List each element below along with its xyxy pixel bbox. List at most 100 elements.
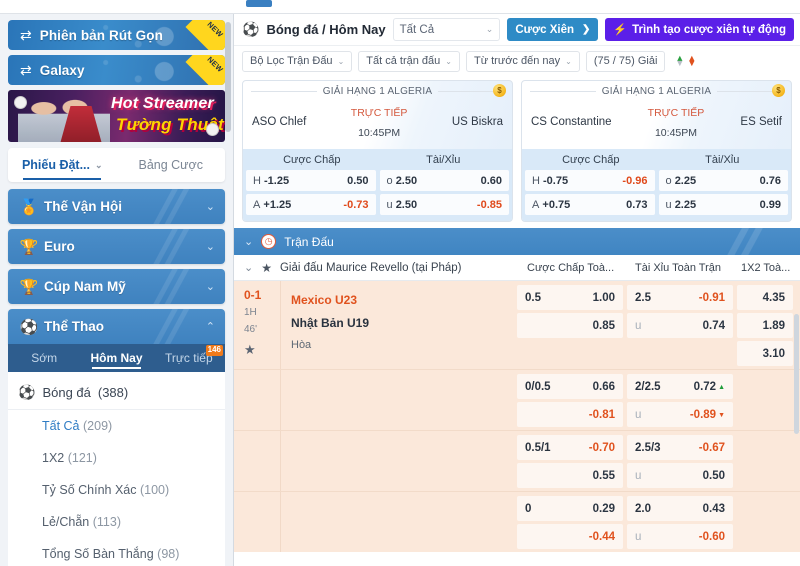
odds-cell-under[interactable]: u 2.25 0.99 bbox=[658, 194, 788, 215]
category-item-odd-even[interactable]: Lẻ/Chẵn (113) bbox=[8, 506, 225, 538]
featured-matches: GIẢI HẠNG 1 ALGERIA $ ASO Chlef TRỰC TIẾ… bbox=[234, 76, 800, 228]
odds-cell-handicap-home[interactable]: H -0.75 -0.96 bbox=[525, 170, 655, 191]
star-icon[interactable]: ★ bbox=[261, 261, 272, 275]
card-teams-row: ASO Chlef TRỰC TIẾP 10:45PM US Biskra bbox=[243, 101, 512, 149]
odds-group-handicap: 0/0.5 0.66 -0.81 bbox=[517, 374, 623, 430]
filter-match-filter[interactable]: Bộ Lọc Trận Đấu ⌄ bbox=[242, 50, 353, 72]
sidebar-item-olympics[interactable]: 🏅 Thế Vận Hội ⌄ bbox=[8, 189, 225, 224]
sub-tab-today-label: Hôm Nay bbox=[90, 351, 143, 365]
live-count-badge: 146 bbox=[205, 345, 223, 356]
hot-streamer-banner[interactable]: Hot Streamer Tường Thuật bbox=[8, 90, 225, 142]
sub-tab-live[interactable]: Trực tiếp 146 bbox=[153, 344, 225, 372]
sort-down-arrow: ▼ bbox=[687, 58, 697, 68]
filter-all-matches[interactable]: Tất cả trận đấu ⌄ bbox=[358, 50, 460, 72]
odds-cell-handicap-away[interactable]: 0.85 bbox=[517, 313, 623, 338]
soccer-icon: ⚽ bbox=[242, 21, 260, 37]
odds-cell-under[interactable]: u 0.50 bbox=[627, 463, 733, 488]
odds-cell-handicap-home[interactable]: 0.5 1.00 bbox=[517, 285, 623, 310]
odds-cell-handicap-home[interactable]: 0 0.29 bbox=[517, 496, 623, 521]
category-item-count: (100) bbox=[139, 483, 170, 497]
sort-controls[interactable]: ▲ ▼ ▲ ▼ bbox=[671, 53, 697, 68]
sub-tab-early[interactable]: Sớm bbox=[8, 344, 80, 372]
odds-side-key: A bbox=[532, 198, 540, 211]
odds-cell-handicap-away[interactable]: -0.81 bbox=[517, 402, 623, 427]
table-row[interactable]: 0 0.29 -0.44 2.0 0.43 u -0.60 bbox=[234, 492, 800, 552]
category-item-1x2[interactable]: 1X2 (121) bbox=[8, 442, 225, 474]
odds-cell-handicap-away[interactable]: A +0.75 0.73 bbox=[525, 194, 655, 215]
odds-cell-2[interactable]: 1.89 bbox=[737, 313, 793, 338]
star-icon[interactable]: ★ bbox=[244, 342, 280, 358]
odds-cell-handicap-home[interactable]: 0/0.5 0.66 bbox=[517, 374, 623, 399]
odds-cell-under[interactable]: u 2.50 -0.85 bbox=[379, 194, 509, 215]
sidebar-scrollbar[interactable] bbox=[225, 22, 231, 132]
tab-bet-slip[interactable]: Phiếu Đặt... ⌄ bbox=[8, 148, 117, 182]
filter-time-range[interactable]: Từ trước đến nay ⌄ bbox=[465, 50, 580, 72]
category-header-football[interactable]: ⚽ Bóng đá (388) bbox=[8, 376, 225, 410]
promo-banner-galaxy[interactable]: ⇄ Galaxy NEW bbox=[8, 55, 225, 85]
odds-cell-handicap-home[interactable]: 0.5/1 -0.70 bbox=[517, 435, 623, 460]
odds-cell-x[interactable]: 3.10 bbox=[737, 341, 793, 366]
odds-line: 2.5 bbox=[635, 291, 651, 304]
table-row[interactable]: 0-1 1H 46' ★ Mexico U23 Nhật Bản U19 Hòa… bbox=[234, 281, 800, 369]
odds-line: 0.5 bbox=[525, 291, 541, 304]
featured-match-card-1[interactable]: GIẢI HẠNG 1 ALGERIA $ ASO Chlef TRỰC TIẾ… bbox=[242, 80, 513, 222]
odds-cell-handicap-home[interactable]: H -1.25 0.50 bbox=[246, 170, 376, 191]
coin-icon: $ bbox=[772, 84, 785, 97]
category-item-correct-score[interactable]: Tỷ Số Chính Xác (100) bbox=[8, 474, 225, 506]
odds-cell-under[interactable]: u 0.74 bbox=[627, 313, 733, 338]
league-select[interactable]: Tất Cả ⌄ bbox=[392, 18, 501, 41]
odds-value: 0.55 bbox=[592, 469, 615, 482]
card-odds-headers: Cược Chấp Tài/Xỉu bbox=[246, 152, 509, 170]
odds-cell-handicap-away[interactable]: 0.55 bbox=[517, 463, 623, 488]
chevron-down-icon[interactable]: ⌄ bbox=[244, 261, 253, 274]
table-row[interactable]: 0/0.5 0.66 -0.81 2/2.5 0.72 u -0.89 bbox=[234, 370, 800, 430]
odds-side-key: o bbox=[665, 174, 672, 187]
betting-app: ⇄ Phiên bản Rút Gọn NEW ⇄ Galaxy NEW Hot… bbox=[0, 0, 800, 566]
parlay-button[interactable]: Cược Xiên ❯ bbox=[507, 18, 599, 41]
odds-value: 0.74 bbox=[702, 319, 725, 332]
odds-cell-under[interactable]: u -0.60 bbox=[627, 524, 733, 549]
filter-league-count[interactable]: (75 / 75) Giải bbox=[585, 50, 666, 72]
top-pill-button[interactable] bbox=[246, 0, 272, 7]
odds-value: 0.50 bbox=[702, 469, 725, 482]
odds-cell-over[interactable]: o 2.25 0.76 bbox=[658, 170, 788, 191]
odds-line: 0.5/1 bbox=[525, 441, 551, 454]
section-header-matches[interactable]: ⌄ ◷ Trận Đấu bbox=[234, 228, 800, 255]
odds-cell-over[interactable]: 2.5/3 -0.67 bbox=[627, 435, 733, 460]
chevron-down-icon[interactable]: ⌄ bbox=[244, 235, 253, 248]
odds-cell-1[interactable]: 4.35 bbox=[737, 285, 793, 310]
odds-group-over-under: 2/2.5 0.72 u -0.89 bbox=[627, 374, 733, 430]
odds-cell-handicap-away[interactable]: A +1.25 -0.73 bbox=[246, 194, 376, 215]
odds-cell-handicap-away[interactable]: -0.44 bbox=[517, 524, 623, 549]
sub-tab-today[interactable]: Hôm Nay bbox=[80, 344, 152, 372]
auto-parlay-button[interactable]: ⚡ Trình tạo cược xiên tự động bbox=[605, 18, 794, 41]
odds-cell-over[interactable]: o 2.50 0.60 bbox=[379, 170, 509, 191]
category-item-label: Lẻ/Chẵn bbox=[42, 515, 90, 529]
league-header-left[interactable]: ⌄ ★ Giải đấu Maurice Revello (tại Pháp) bbox=[244, 261, 527, 275]
sidebar-item-euro[interactable]: 🏆 Euro ⌄ bbox=[8, 229, 225, 264]
odds-value: 0.72 bbox=[694, 381, 725, 393]
odds-cell-under[interactable]: u -0.89 bbox=[627, 402, 733, 427]
sort-ascending-icon[interactable]: ▲ ▼ bbox=[675, 53, 684, 68]
tab-bet-list[interactable]: Bảng Cược bbox=[117, 148, 226, 182]
odds-value: -0.67 bbox=[698, 441, 725, 454]
promo-banner-lite-version[interactable]: ⇄ Phiên bản Rút Gọn NEW bbox=[8, 20, 225, 50]
main-scrollbar[interactable] bbox=[794, 314, 799, 434]
odds-cell-over[interactable]: 2/2.5 0.72 bbox=[627, 374, 733, 399]
sidebar-item-copa-america[interactable]: 🏆 Cúp Nam Mỹ ⌄ bbox=[8, 269, 225, 304]
home-team-name: ASO Chlef bbox=[252, 116, 307, 128]
table-row[interactable]: 0.5/1 -0.70 0.55 2.5/3 -0.67 u 0.50 bbox=[234, 431, 800, 491]
odds-cell-over[interactable]: 2.0 0.43 bbox=[627, 496, 733, 521]
odds-line: +1.25 bbox=[263, 198, 292, 211]
category-item-count: (98) bbox=[157, 547, 180, 561]
sort-descending-icon[interactable]: ▲ ▼ bbox=[687, 53, 697, 68]
odds-cell-over[interactable]: 2.5 -0.91 bbox=[627, 285, 733, 310]
chevron-down-icon: ⌄ bbox=[95, 159, 103, 170]
sidebar-item-sports[interactable]: ⚽ Thể Thao ⌃ bbox=[8, 309, 225, 344]
featured-match-card-2[interactable]: GIẢI HẠNG 1 ALGERIA $ CS Constantine TRỰ… bbox=[521, 80, 792, 222]
tab-bet-slip-label: Phiếu Đặt... bbox=[21, 158, 91, 172]
odds-header-handicap: Cược Chấp bbox=[283, 154, 341, 166]
category-item-total-goals[interactable]: Tổng Số Bàn Thắng (98) bbox=[8, 538, 225, 566]
hot-banner-line1: Hot Streamer bbox=[111, 95, 214, 112]
category-item-all[interactable]: Tất Cả (209) bbox=[8, 410, 225, 442]
